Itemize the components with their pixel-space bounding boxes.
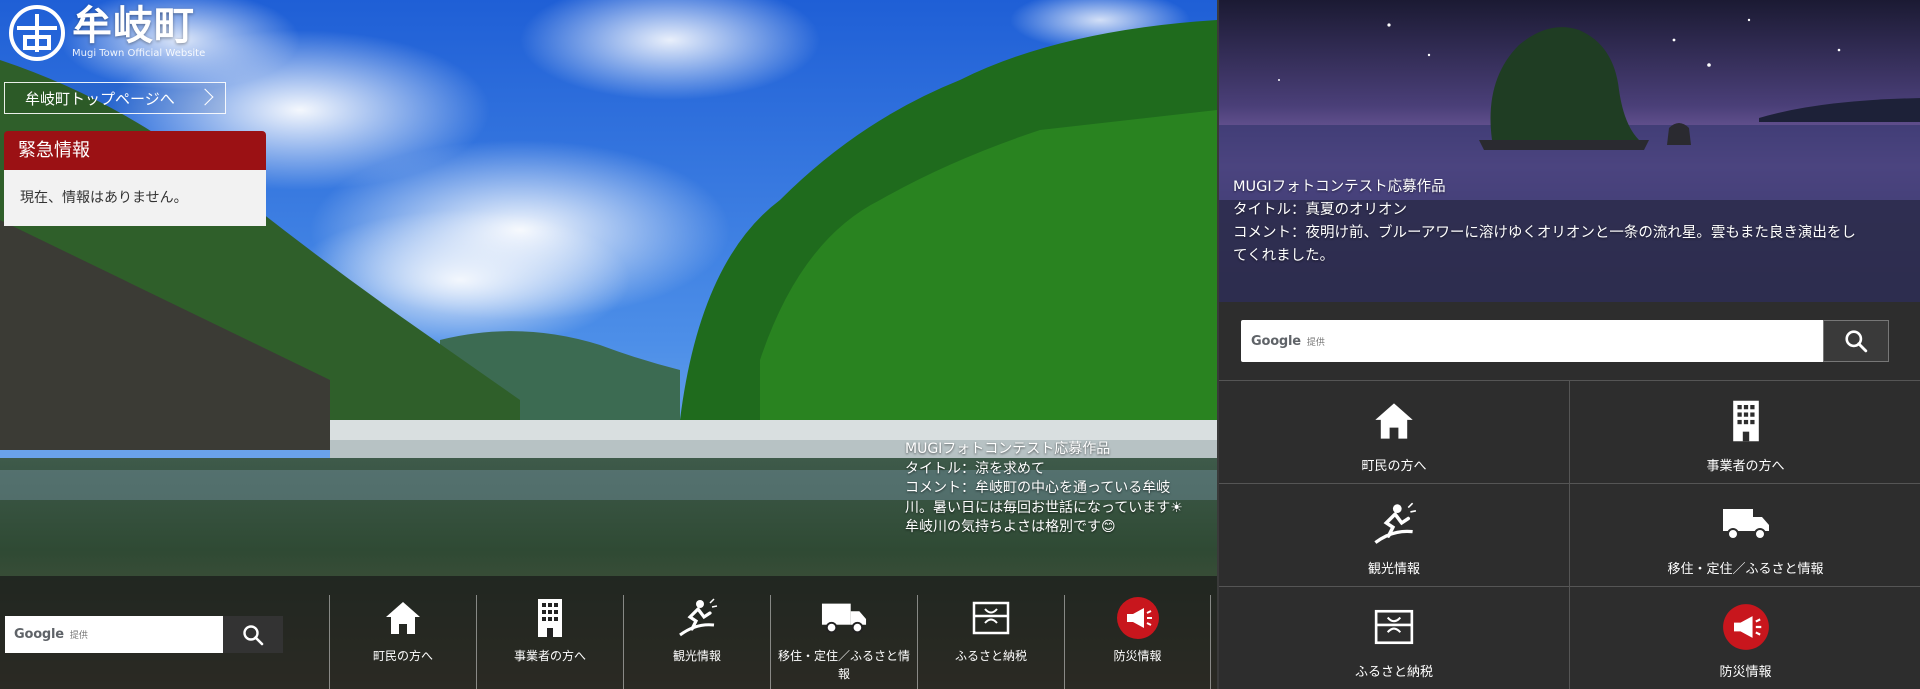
site-search-left: Google 提供 xyxy=(5,616,283,653)
nav-item-disaster[interactable]: 防災情報 xyxy=(1570,587,1920,689)
caption-line: 川。暑い日には毎回お世話になっています☀ xyxy=(905,499,1183,516)
nav-label: 防災情報 xyxy=(1113,649,1162,663)
nav-label: 事業者の方へ xyxy=(1706,459,1785,474)
search-icon xyxy=(243,624,264,645)
search-button[interactable] xyxy=(1823,320,1889,362)
google-provided-label: 提供 xyxy=(69,631,88,641)
google-provided-label: 提供 xyxy=(1306,337,1325,348)
search-input[interactable]: Google 提供 xyxy=(1241,320,1823,362)
emergency-title: 緊急情報 xyxy=(4,131,266,170)
hero-left-panel: 牟岐町 Mugi Town Official Website 牟岐町トップページ… xyxy=(0,0,1217,689)
town-emblem-icon xyxy=(9,5,65,61)
mobile-view-panel: MUGIフォトコンテスト応募作品 タイトル：真夏のオリオン コメント：夜明け前、… xyxy=(1217,0,1920,689)
nav-item-furusato-tax[interactable]: ふるさと納税 xyxy=(917,595,1064,689)
nav-label: 町民の方へ xyxy=(1361,459,1427,474)
nav-item-residents[interactable]: 町民の方へ xyxy=(329,595,476,689)
caption-line: MUGIフォトコンテスト応募作品 xyxy=(1233,179,1446,195)
caption-line: 牟岐川の気持ちよさは格別です😊 xyxy=(905,519,1116,535)
nav-label: 町民の方へ xyxy=(372,649,433,663)
site-name: 牟岐町 xyxy=(72,3,195,49)
nav-label: 観光情報 xyxy=(1367,562,1420,577)
caption-line: タイトル：真夏のオリオン xyxy=(1233,202,1407,218)
nav-item-migration[interactable]: 移住・定住／ふるさと情報 xyxy=(1570,484,1920,587)
search-input[interactable]: Google 提供 xyxy=(5,616,223,653)
emergency-message: 現在、情報はありません。 xyxy=(4,170,266,226)
nav-label: 事業者の方へ xyxy=(513,649,586,663)
photo-caption-left: MUGIフォトコンテスト応募作品 タイトル：涼を求めて コメント：牟岐町の中心を… xyxy=(905,440,1205,538)
search-button[interactable] xyxy=(223,616,283,653)
nav-item-business[interactable]: 事業者の方へ xyxy=(476,595,623,689)
nav-item-furusato-tax[interactable]: ふるさと納税 xyxy=(1219,587,1570,689)
nav-label: ふるさと納税 xyxy=(1354,665,1433,680)
nav-label: ふるさと納税 xyxy=(954,649,1027,663)
google-logo: Google xyxy=(14,627,64,642)
nav-label: 移住・定住／ふるさと情報 xyxy=(777,649,910,681)
building-icon xyxy=(1732,400,1759,442)
caption-line: タイトル：涼を求めて xyxy=(905,460,1045,477)
top-page-link[interactable]: 牟岐町トップページへ xyxy=(4,82,226,114)
caption-line: コメント：牟岐町の中心を通っている牟岐 xyxy=(905,480,1171,496)
nav-item-migration[interactable]: 移住・定住／ふるさと情報 xyxy=(770,595,917,689)
site-logo[interactable]: 牟岐町 Mugi Town Official Website xyxy=(8,4,205,62)
gift-box-icon xyxy=(1374,609,1414,645)
photo-caption-right: MUGIフォトコンテスト応募作品 タイトル：真夏のオリオン コメント：夜明け前、… xyxy=(1233,176,1913,268)
nav-item-disaster[interactable]: 防災情報 xyxy=(1064,595,1211,689)
site-subtitle: Mugi Town Official Website xyxy=(72,48,206,59)
nav-label: 移住・定住／ふるさと情報 xyxy=(1667,562,1824,577)
quick-nav-left: 町民の方へ 事業者の方へ 観光情報 移住・定住／ふるさと情報 ふるさと納税 防災… xyxy=(329,595,1211,689)
site-search-right: Google 提供 xyxy=(1241,320,1906,362)
chevron-right-icon xyxy=(196,88,214,106)
google-logo: Google xyxy=(1251,333,1301,349)
surfer-icon xyxy=(679,598,718,637)
nav-item-tourism[interactable]: 観光情報 xyxy=(1219,484,1570,587)
building-icon xyxy=(538,599,562,637)
emergency-panel: 緊急情報 現在、情報はありません。 xyxy=(4,131,266,226)
caption-line: てくれました。 xyxy=(1233,248,1335,264)
gift-box-icon xyxy=(972,601,1010,635)
megaphone-icon xyxy=(1116,597,1159,639)
quick-nav-grid: 町民の方へ 事業者の方へ 観光情報 移住・定住／ふるさと情報 ふるさと納税 防災… xyxy=(1219,380,1920,689)
caption-line: MUGIフォトコンテスト応募作品 xyxy=(905,441,1111,457)
megaphone-icon xyxy=(1722,604,1769,650)
nav-item-residents[interactable]: 町民の方へ xyxy=(1219,381,1570,484)
nav-item-business[interactable]: 事業者の方へ xyxy=(1570,381,1920,484)
nav-item-tourism[interactable]: 観光情報 xyxy=(623,595,770,689)
top-page-link-label: 牟岐町トップページへ xyxy=(25,89,175,108)
nav-label: 観光情報 xyxy=(672,649,721,663)
truck-icon xyxy=(1722,509,1769,540)
search-icon xyxy=(1845,330,1868,353)
surfer-icon xyxy=(1374,502,1417,544)
caption-line: コメント：夜明け前、ブルーアワーに溶けゆくオリオンと一条の流れ星。雲もまた良き演… xyxy=(1233,225,1856,241)
house-icon xyxy=(1375,403,1413,439)
nav-label: 防災情報 xyxy=(1719,665,1772,680)
truck-icon xyxy=(821,603,867,634)
house-icon xyxy=(386,602,420,634)
